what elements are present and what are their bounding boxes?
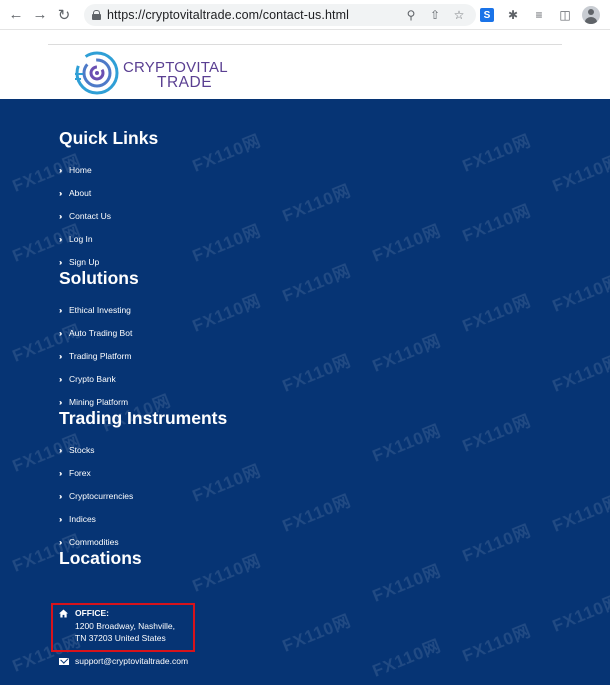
extension-s-icon[interactable]: S: [476, 4, 498, 26]
watermark: FX110网: [369, 221, 444, 266]
quick-links-heading: Quick Links: [59, 128, 159, 148]
support-email-link[interactable]: support@cryptovitaltrade.com: [75, 656, 188, 666]
watermark: FX110网: [189, 131, 264, 176]
menu-kebab-icon[interactable]: ⋮: [606, 4, 610, 26]
watermark: FX110网: [279, 611, 354, 656]
chevron-right-icon: ››: [59, 165, 62, 175]
avatar-icon: [582, 6, 600, 24]
solutions-heading: Solutions: [59, 268, 139, 288]
watermark: FX110网: [549, 271, 610, 316]
share-icon[interactable]: ⇧: [426, 6, 444, 24]
profile-avatar[interactable]: [580, 4, 602, 26]
watermark: FX110网: [189, 291, 264, 336]
logo-text-secondary: TRADE: [157, 74, 213, 91]
office-address-line1: 1200 Broadway, Nashville,: [75, 621, 176, 631]
star-icon[interactable]: ☆: [450, 6, 468, 24]
chevron-right-icon: ››: [59, 468, 62, 478]
office-label: OFFICE:: [75, 608, 109, 618]
footer-link-ethical-investing[interactable]: ›› Ethical Investing: [59, 305, 131, 315]
chevron-right-icon: ››: [59, 445, 62, 455]
home-icon: [59, 609, 68, 618]
watermark: FX110网: [189, 461, 264, 506]
chevron-right-icon: ››: [59, 351, 62, 361]
watermark: FX110网: [459, 131, 534, 176]
forward-arrow-icon[interactable]: →: [28, 3, 52, 27]
watermark: FX110网: [459, 411, 534, 456]
footer-link-about[interactable]: ›› About: [59, 188, 91, 198]
footer-link-auto-trading-bot[interactable]: ›› Auto Trading Bot: [59, 328, 132, 338]
browser-toolbar: ← → ↻ https://cryptovitaltrade.com/conta…: [0, 0, 610, 30]
watermark: FX110网: [279, 491, 354, 536]
watermark: FX110网: [459, 291, 534, 336]
chevron-right-icon: ››: [59, 328, 62, 338]
footer-link-indices[interactable]: ›› Indices: [59, 514, 96, 524]
watermark: FX110网: [459, 521, 534, 566]
footer-link-crypto-bank[interactable]: ›› Crypto Bank: [59, 374, 116, 384]
watermark: FX110网: [279, 181, 354, 226]
header-divider: [48, 44, 562, 45]
site-logo[interactable]: CRYPTOVITAL TRADE: [73, 48, 228, 98]
locations-heading: Locations: [59, 548, 142, 568]
watermark: FX110网: [189, 221, 264, 266]
url-text[interactable]: https://cryptovitaltrade.com/contact-us.…: [107, 8, 349, 22]
reload-icon[interactable]: ↻: [52, 3, 76, 27]
footer-link-commodities[interactable]: ›› Commodities: [59, 537, 119, 547]
chevron-right-icon: ››: [59, 491, 62, 501]
watermark: FX110网: [279, 351, 354, 396]
footer-link-home[interactable]: ›› Home: [59, 165, 92, 175]
lock-icon[interactable]: [92, 10, 101, 20]
footer-link-sign-up[interactable]: ›› Sign Up: [59, 257, 99, 267]
chevron-right-icon: ››: [59, 234, 62, 244]
reading-list-icon[interactable]: ≡: [528, 4, 550, 26]
watermark: FX110网: [549, 351, 610, 396]
site-footer: FX110网 FX110网 FX110网 FX110网 FX110网 FX110…: [0, 99, 610, 685]
site-header: CRYPTOVITAL TRADE: [0, 31, 610, 99]
footer-link-cryptocurrencies[interactable]: ›› Cryptocurrencies: [59, 491, 133, 501]
watermark: FX110网: [369, 421, 444, 466]
footer-link-trading-platform[interactable]: ›› Trading Platform: [59, 351, 132, 361]
watermark: FX110网: [369, 331, 444, 376]
footer-link-forex[interactable]: ›› Forex: [59, 468, 91, 478]
chevron-right-icon: ››: [59, 397, 62, 407]
watermark: FX110网: [189, 551, 264, 596]
watermark: FX110网: [549, 151, 610, 196]
side-panel-icon[interactable]: ◫: [554, 4, 576, 26]
footer-link-mining-platform[interactable]: ›› Mining Platform: [59, 397, 128, 407]
back-arrow-icon[interactable]: ←: [4, 3, 28, 27]
logo-mark-icon: [75, 51, 119, 95]
watermark: FX110网: [369, 636, 444, 681]
address-bar[interactable]: https://cryptovitaltrade.com/contact-us.…: [84, 4, 476, 26]
envelope-icon: [59, 658, 69, 665]
watermark: FX110网: [369, 561, 444, 606]
puzzle-extensions-icon[interactable]: ✱: [502, 4, 524, 26]
watermark: FX110网: [279, 261, 354, 306]
footer-link-stocks[interactable]: ›› Stocks: [59, 445, 95, 455]
footer-link-contact-us[interactable]: ›› Contact Us: [59, 211, 111, 221]
footer-link-log-in[interactable]: ›› Log In: [59, 234, 93, 244]
watermark: FX110网: [459, 201, 534, 246]
office-address-line2: TN 37203 United States: [75, 633, 166, 643]
watermark: FX110网: [549, 491, 610, 536]
chevron-right-icon: ››: [59, 537, 62, 547]
chevron-right-icon: ››: [59, 374, 62, 384]
watermark: FX110网: [459, 621, 534, 666]
chevron-right-icon: ››: [59, 514, 62, 524]
chevron-right-icon: ››: [59, 305, 62, 315]
chevron-right-icon: ››: [59, 188, 62, 198]
chevron-right-icon: ››: [59, 257, 62, 267]
chevron-right-icon: ››: [59, 211, 62, 221]
trading-instruments-heading: Trading Instruments: [59, 408, 228, 428]
zoom-icon[interactable]: ⚲: [402, 6, 420, 24]
watermark: FX110网: [549, 591, 610, 636]
